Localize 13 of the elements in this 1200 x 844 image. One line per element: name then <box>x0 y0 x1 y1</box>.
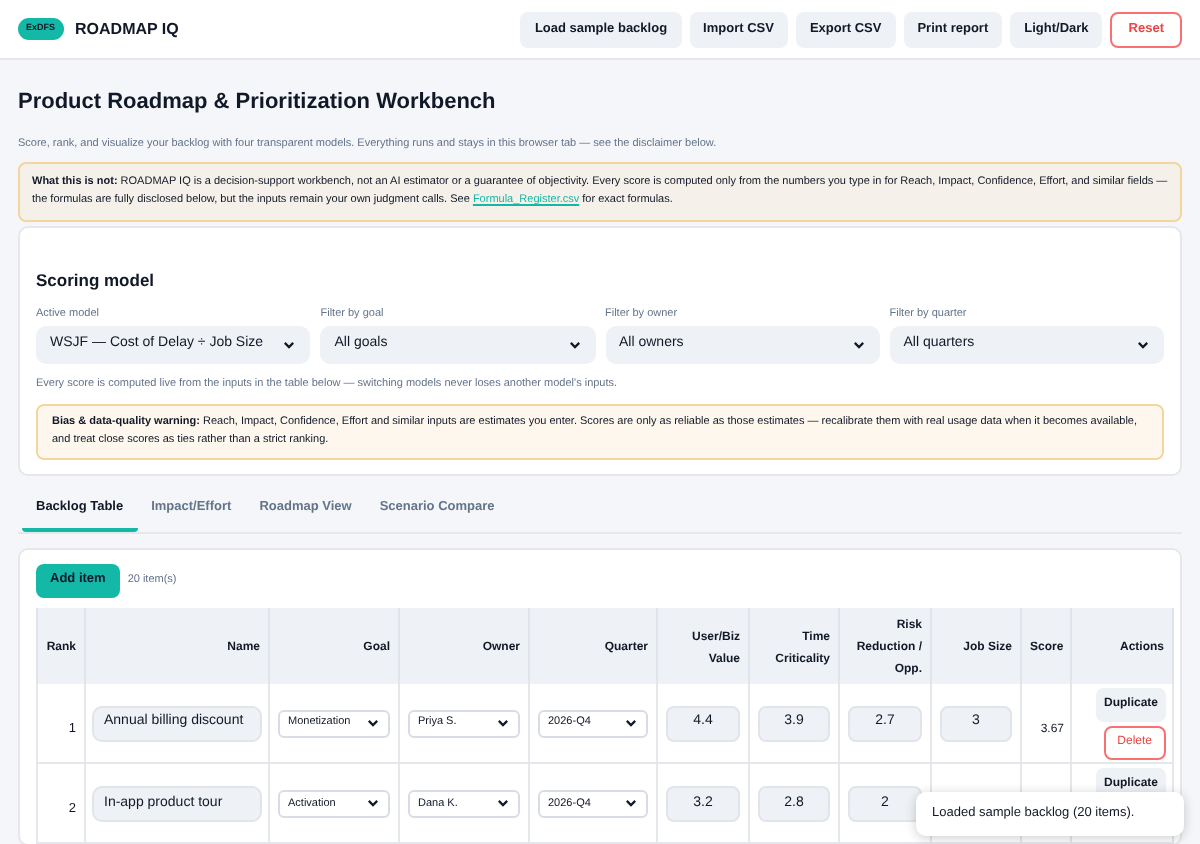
chevron-down-icon <box>366 716 380 730</box>
chevron-down-icon <box>624 716 638 730</box>
section-title: Scoring model <box>36 267 157 293</box>
chevron-down-icon <box>496 716 510 730</box>
chevron-down-icon <box>624 796 638 811</box>
chevron-down-icon <box>366 796 380 811</box>
chevron-down-icon <box>496 796 510 811</box>
chevron-down-icon <box>282 337 297 352</box>
page-title: Product Roadmap & Prioritization Workbench <box>18 88 498 118</box>
chevron-down-icon <box>567 337 581 352</box>
chevron-down-icon <box>851 337 866 352</box>
app-title: ROADMAP IQ <box>75 17 179 41</box>
chevron-down-icon <box>1136 337 1150 352</box>
